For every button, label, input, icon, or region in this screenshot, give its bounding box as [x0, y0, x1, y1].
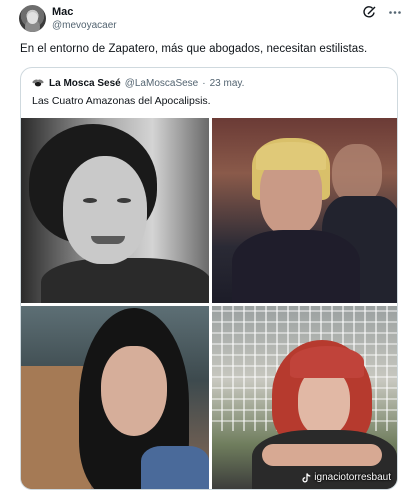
quoted-author-handle[interactable]: @LaMoscaSese	[125, 78, 199, 89]
quoted-tweet-header: La Mosca Sesé @LaMoscaSese · 23 may.	[31, 76, 244, 90]
separator: ·	[202, 77, 206, 89]
tiktok-icon	[302, 472, 311, 483]
author-handle[interactable]: @mevoyacaer	[52, 20, 117, 31]
fly-icon[interactable]	[31, 76, 45, 90]
tweet: Mac @mevoyacaer En el entorno de Zapater…	[0, 0, 416, 490]
photo-1[interactable]	[21, 118, 209, 303]
photo-4[interactable]: ignaciotorresbaut	[212, 306, 397, 489]
watermark-text: ignaciotorresbaut	[314, 472, 391, 483]
quoted-tweet[interactable]: La Mosca Sesé @LaMoscaSese · 23 may. Las…	[20, 67, 398, 490]
more-icon[interactable]	[388, 6, 402, 19]
photo-2[interactable]	[212, 118, 397, 303]
tweet-actions	[363, 6, 402, 19]
photo-grid: ignaciotorresbaut	[21, 118, 397, 489]
avatar[interactable]	[19, 5, 46, 32]
quoted-date[interactable]: 23 may.	[210, 78, 245, 89]
photo-3[interactable]	[21, 306, 209, 489]
grok-icon[interactable]	[363, 6, 376, 19]
quoted-text: Las Cuatro Amazonas del Apocalipsis.	[32, 95, 211, 107]
quoted-author-name[interactable]: La Mosca Sesé	[49, 78, 121, 89]
author-name[interactable]: Mac	[52, 6, 73, 18]
tweet-text: En el entorno de Zapatero, más que aboga…	[20, 43, 368, 55]
watermark: ignaciotorresbaut	[302, 472, 391, 483]
